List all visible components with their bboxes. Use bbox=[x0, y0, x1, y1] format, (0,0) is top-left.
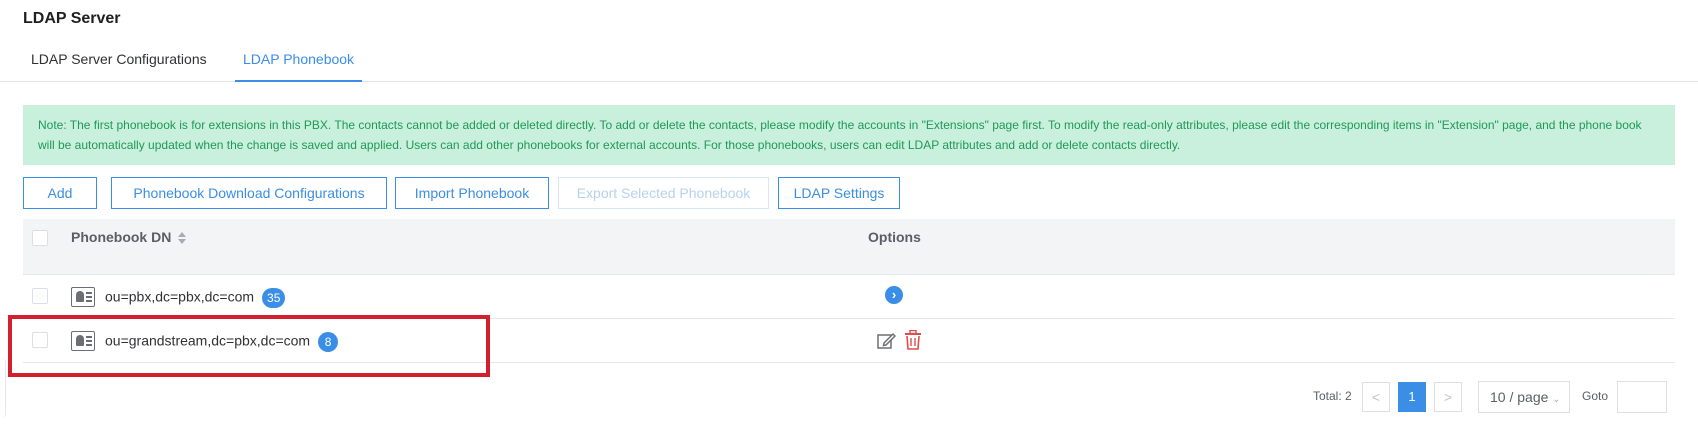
column-header-options: Options bbox=[868, 229, 921, 245]
ldap-server-page: LDAP Server LDAP Server Configurations L… bbox=[0, 0, 1698, 429]
ldap-settings-button[interactable]: LDAP Settings bbox=[778, 177, 900, 209]
side-handle[interactable] bbox=[0, 358, 6, 418]
delete-icon[interactable] bbox=[904, 329, 922, 350]
goto-page-input[interactable] bbox=[1617, 381, 1667, 413]
edit-icon[interactable] bbox=[876, 331, 897, 351]
tab-ldap-phonebook[interactable]: LDAP Phonebook bbox=[235, 51, 363, 82]
phonebook-dn: ou=pbx,dc=pbx,dc=com 35 bbox=[105, 288, 286, 308]
phonebook-icon bbox=[71, 287, 95, 307]
phonebook-download-configurations-button[interactable]: Phonebook Download Configurations bbox=[111, 177, 387, 209]
tab-bar: LDAP Server Configurations LDAP Phoneboo… bbox=[0, 42, 1698, 82]
row-checkbox[interactable] bbox=[32, 288, 48, 304]
table-header: Phonebook DN Options bbox=[23, 219, 1675, 275]
sort-icon[interactable] bbox=[177, 231, 187, 245]
page-size-value: 10 / page bbox=[1490, 389, 1549, 405]
column-header-phonebook-dn[interactable]: Phonebook DN bbox=[71, 229, 187, 245]
pagination-total: Total: 2 bbox=[1313, 389, 1352, 403]
select-all-checkbox[interactable] bbox=[32, 230, 48, 246]
import-phonebook-button[interactable]: Import Phonebook bbox=[395, 177, 549, 209]
page-size-select[interactable]: 10 / page ⌄ bbox=[1478, 381, 1570, 413]
pagination-next-button[interactable]: > bbox=[1434, 382, 1462, 412]
column-header-label: Phonebook DN bbox=[71, 229, 172, 245]
chevron-right-icon[interactable]: › bbox=[885, 286, 903, 304]
info-note: Note: The first phonebook is for extensi… bbox=[23, 105, 1675, 165]
add-button[interactable]: Add bbox=[23, 177, 97, 209]
page-title: LDAP Server bbox=[23, 10, 121, 27]
pagination-prev-button[interactable]: < bbox=[1362, 382, 1390, 412]
chevron-down-icon: ⌄ bbox=[1552, 394, 1561, 405]
table-row: ou=pbx,dc=pbx,dc=com 35 › bbox=[23, 275, 1675, 319]
goto-label: Goto bbox=[1582, 389, 1609, 403]
contact-count-badge: 35 bbox=[262, 288, 286, 308]
phonebook-dn-text: ou=pbx,dc=pbx,dc=com bbox=[105, 288, 255, 305]
tab-ldap-server-configurations[interactable]: LDAP Server Configurations bbox=[31, 51, 207, 82]
export-selected-phonebook-button[interactable]: Export Selected Phonebook bbox=[558, 177, 769, 209]
highlight-box bbox=[8, 315, 490, 377]
pagination-page-1[interactable]: 1 bbox=[1398, 382, 1426, 412]
